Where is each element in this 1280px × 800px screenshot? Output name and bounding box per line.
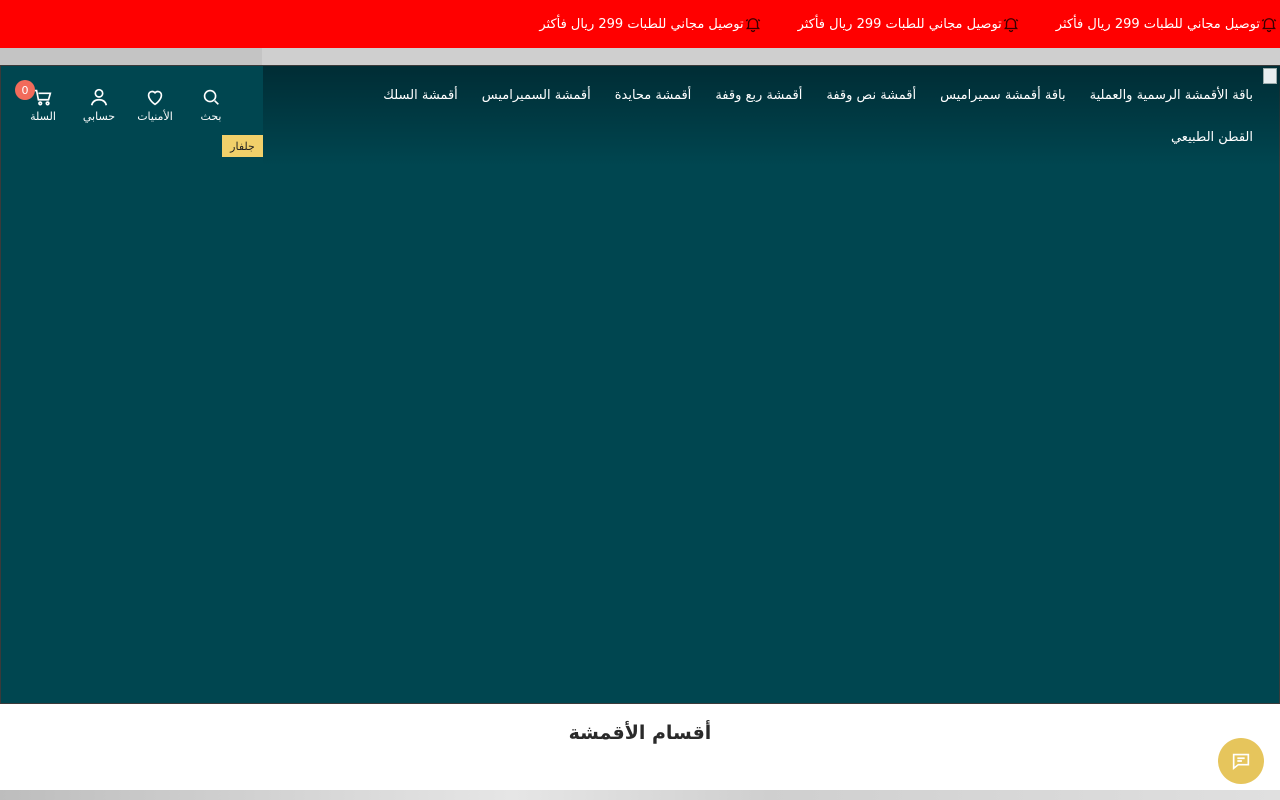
nav-item-silk[interactable]: أقمشة السلك [383, 86, 457, 106]
account-button[interactable]: حسابي [71, 86, 127, 123]
announcement-item: توصيل مجاني للطبات 299 ريال فأكثر [1042, 15, 1278, 33]
bell-icon [744, 15, 762, 33]
announcement-item: توصيل مجاني للطبات 299 ريال فأكثر [525, 15, 761, 33]
main-nav: باقة الأقمشة الرسمية والعملية باقة أقمشة… [333, 86, 1253, 148]
header-strip-left [0, 48, 262, 65]
announcement-text: توصيل مجاني للطبات 299 ريال فأكثر [539, 16, 744, 32]
cart-label: السلة [30, 110, 56, 123]
nav-item-semiramis[interactable]: أقمشة السميراميس [482, 86, 591, 106]
broken-image-icon [1263, 68, 1277, 84]
user-icon [90, 88, 108, 106]
cart-button[interactable]: 0 السلة [15, 80, 71, 123]
bell-icon [1002, 15, 1020, 33]
search-icon [203, 89, 219, 105]
hero-banner: باقة الأقمشة الرسمية والعملية باقة أقمشة… [0, 65, 1280, 704]
nav-item-neutral[interactable]: أقمشة محايدة [615, 86, 692, 106]
heart-icon [147, 90, 163, 106]
cart-icon [34, 89, 52, 106]
announcement-text: توصيل مجاني للطبات 299 ريال فأكثر [1055, 16, 1260, 32]
category-image-strip [0, 790, 1280, 800]
header-strip [0, 48, 1280, 65]
chat-button[interactable] [1218, 738, 1264, 784]
section-title: أقسام الأقمشة [568, 722, 712, 744]
nav-item-natural-cotton[interactable]: القطن الطبيعي [1171, 128, 1253, 148]
store-logo[interactable]: جلفار [222, 135, 263, 157]
header-icons: 0 السلة حسابي الأمنيات بحث [15, 80, 239, 123]
nav-item-quarter-stand[interactable]: أقمشة ربع وقفة [715, 86, 802, 106]
announcement-text: توصيل مجاني للطبات 299 ريال فأكثر [797, 16, 1002, 32]
search-label: بحث [200, 110, 222, 123]
announcement-track: توصيل مجاني للطبات 299 ريال فأكثر توصيل … [503, 0, 1278, 48]
nav-item-half-stand[interactable]: أقمشة نص وقفة [826, 86, 916, 106]
nav-item-formal-package[interactable]: باقة الأقمشة الرسمية والعملية [1090, 86, 1253, 106]
chat-icon [1232, 753, 1250, 771]
cart-count-badge: 0 [15, 80, 35, 100]
wishlist-button[interactable]: الأمنيات [127, 86, 183, 123]
search-button[interactable]: بحث [183, 86, 239, 123]
wishlist-label: الأمنيات [137, 110, 173, 123]
account-label: حسابي [82, 110, 116, 123]
nav-item-semiramis-package[interactable]: باقة أقمشة سميراميس [940, 86, 1066, 106]
announcement-item: توصيل مجاني للطبات 299 ريال فأكثر [784, 15, 1020, 33]
announcement-bar: توصيل مجاني للطبات 299 ريال فأكثر توصيل … [0, 0, 1280, 48]
bell-icon [1260, 15, 1278, 33]
